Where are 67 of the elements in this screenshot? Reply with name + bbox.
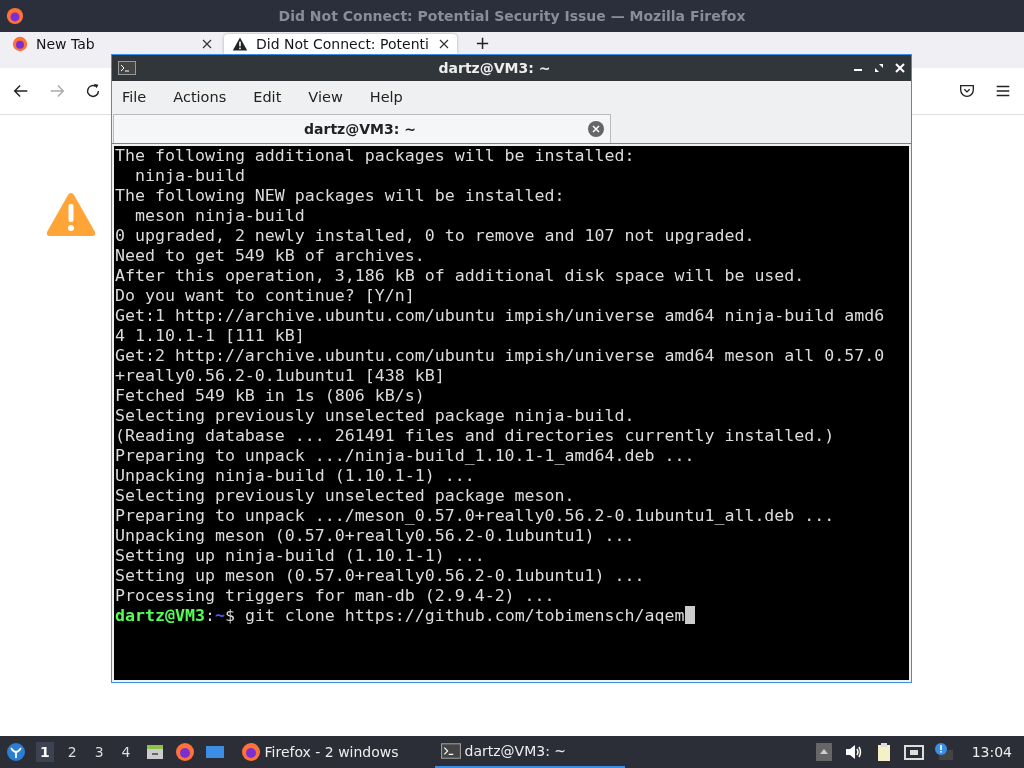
firefox-icon[interactable] <box>174 742 195 762</box>
terminal-icon <box>118 61 136 75</box>
output-line: After this operation, 3,186 kB of additional disk space will be used. <box>115 266 806 286</box>
output-line: Selecting previously unselected package ninja-build. <box>115 406 636 426</box>
window-title: dartz@VM3: ~ <box>437 60 552 76</box>
close-icon[interactable] <box>438 39 449 49</box>
output-line: +really0.56.2-0.1ubuntu1 [438 kB] <box>115 366 446 386</box>
output-line: Processing triggers for man-db (2.9.4-2) ... <box>115 586 556 606</box>
terminal-icon <box>440 741 461 761</box>
output-line: Need to get 549 kB of archives. <box>115 246 426 266</box>
output-line: The following NEW packages will be installed: <box>115 186 566 206</box>
prompt-symbol: $ <box>224 606 235 625</box>
close-icon[interactable] <box>588 121 604 137</box>
back-icon[interactable] <box>12 82 30 100</box>
menu-item[interactable]: View <box>308 89 343 105</box>
pocket-icon[interactable] <box>958 82 976 100</box>
output-line: Setting up ninja-build (1.10.1-1) ... <box>115 546 486 566</box>
start-menu-icon[interactable] <box>6 742 26 762</box>
workspace-button[interactable]: 3 <box>90 742 108 762</box>
prompt-user: dartz@VM3 <box>115 606 205 625</box>
menu-item[interactable]: Help <box>369 89 403 105</box>
output-line: meson ninja-build <box>133 206 306 226</box>
menu-item[interactable]: File <box>122 89 147 105</box>
firefox-icon <box>6 7 24 25</box>
output-line: Get:2 http://archive.ubuntu.com/ubuntu impish/universe amd64 meson all 0.57.0 <box>115 346 886 366</box>
browser-tab[interactable]: New Tab <box>4 34 220 54</box>
menu-item[interactable]: Actions <box>173 89 227 105</box>
terminal-tab[interactable]: dartz@VM3: ~ <box>113 114 611 143</box>
warning-icon <box>46 191 96 237</box>
output-line: Preparing to unpack .../ninja-build_1.10.1-1_amd64.deb ... <box>115 446 696 466</box>
workspace-button[interactable]: 2 <box>63 742 81 762</box>
output-line: Fetched 549 kB in 1s (806 kB/s) <box>115 386 426 406</box>
output-line: 0 upgraded, 2 newly installed, 0 to remove and 107 not upgraded. <box>115 226 756 246</box>
prompt-path: ~ <box>214 606 225 625</box>
output-line: Unpacking ninja-build (1.10.1-1) ... <box>115 466 476 486</box>
reload-icon[interactable] <box>84 82 102 100</box>
output-line: Preparing to unpack .../meson_0.57.0+really0.56.2-0.1ubuntu1_all.deb ... <box>115 506 836 526</box>
workspace-button[interactable]: 4 <box>117 742 135 762</box>
volume-icon[interactable] <box>843 742 864 762</box>
prompt-separator: : <box>204 606 215 625</box>
command-text: git clone https://github.com/tobimensch/aqem <box>243 606 685 625</box>
clock: 13:04 <box>971 744 1012 760</box>
output-line: Setting up meson (0.57.0+really0.56.2-0.1ubuntu1) ... <box>115 566 646 586</box>
output-line: Selecting previously unselected package meson. <box>115 486 576 506</box>
workspace-button[interactable]: 1 <box>36 742 54 762</box>
menu-item[interactable]: Edit <box>253 89 282 105</box>
taskbar-task[interactable]: dartz@VM3: ~ <box>434 736 625 768</box>
taskbar-task[interactable]: Firefox - 2 windows <box>234 736 425 768</box>
output-line: (Reading database ... 261491 files and directories currently installed.) <box>115 426 836 446</box>
maximize-icon[interactable] <box>874 63 884 73</box>
firefox-icon <box>240 742 261 762</box>
new-tab-button[interactable]: + <box>474 34 490 52</box>
output-line: 4 1.10.1-1 [111 kB] <box>115 326 306 346</box>
browser-tab[interactable]: Did Not Connect: Potenti <box>224 34 457 54</box>
output-line: Do you want to continue? [Y/n] <box>115 286 416 306</box>
output-line: The following additional packages will be installed: <box>115 146 636 166</box>
output-line: ninja-build <box>133 166 246 186</box>
network-icon[interactable] <box>903 742 924 762</box>
close-icon[interactable] <box>202 39 212 49</box>
notification-icon[interactable] <box>933 742 954 762</box>
file-manager-icon[interactable] <box>144 742 165 762</box>
output-line: Unpacking meson (0.57.0+really0.56.2-0.1ubuntu1) ... <box>115 526 636 546</box>
warning-icon <box>232 36 248 52</box>
window-title: Did Not Connect: Potential Security Issue — Mozilla Firefox <box>277 8 747 24</box>
text-cursor <box>684 606 695 624</box>
output-line: Get:1 http://archive.ubuntu.com/ubuntu impish/universe amd64 ninja-build amd6 <box>115 306 886 326</box>
firefox-icon <box>12 36 28 52</box>
